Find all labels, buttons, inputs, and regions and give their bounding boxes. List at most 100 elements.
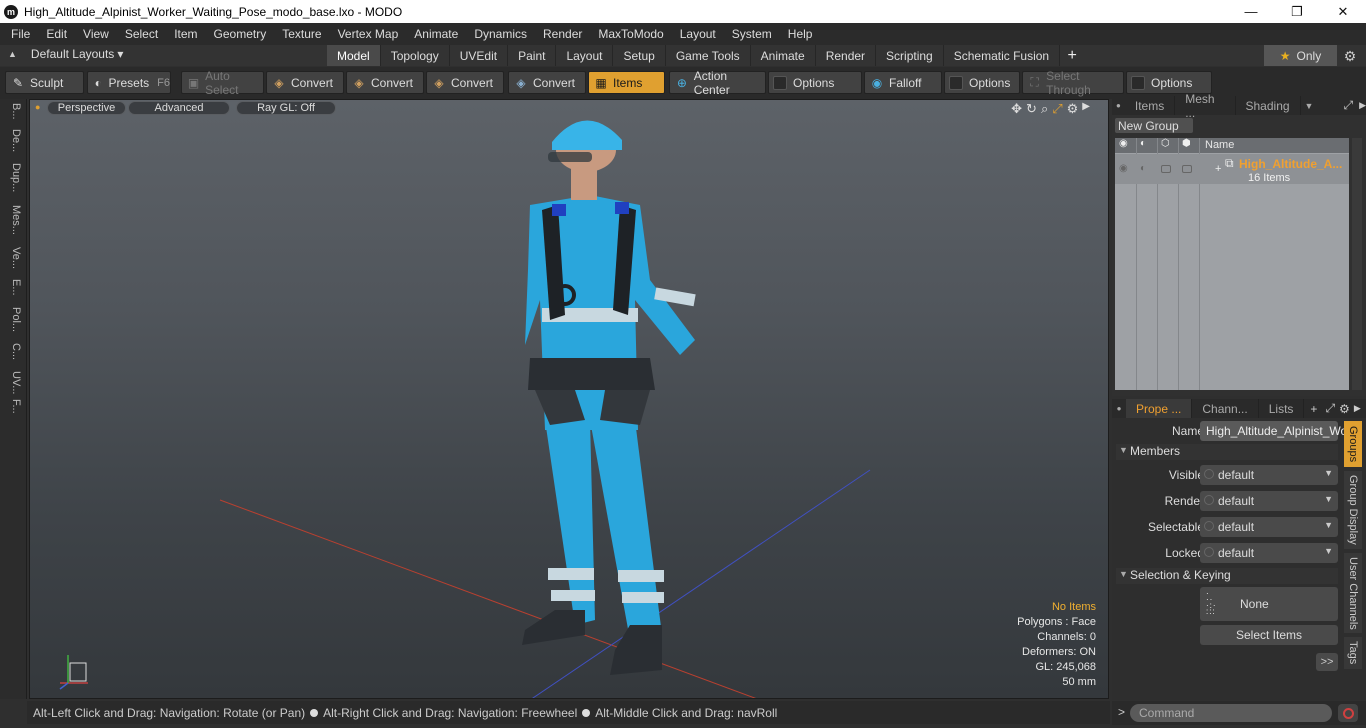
tab-topology[interactable]: Topology <box>381 45 450 66</box>
render-dropdown[interactable]: default ▼ <box>1200 491 1338 511</box>
menu-system[interactable]: System <box>724 27 780 41</box>
add-tab-button[interactable]: + <box>1310 402 1317 416</box>
strip-tab-curve[interactable]: C... <box>4 343 22 360</box>
group-list-scrollbar[interactable] <box>1352 138 1362 390</box>
close-button[interactable]: ✕ <box>1320 0 1366 23</box>
items-button[interactable]: ▦ Items <box>588 71 665 94</box>
strip-tab-fusion[interactable]: F... <box>4 399 22 414</box>
menu-animate[interactable]: Animate <box>406 27 466 41</box>
select-icon[interactable]: ⬢ <box>1182 138 1191 149</box>
minimize-button[interactable]: — <box>1228 0 1274 23</box>
side-tab-group-display[interactable]: Group Display <box>1344 471 1362 549</box>
menu-maxtomodo[interactable]: MaxToModo <box>590 27 671 41</box>
tab-render[interactable]: Render <box>816 45 877 66</box>
keying-none-button[interactable]: · ·· ·:·::: None <box>1200 587 1338 621</box>
tab-paint[interactable]: Paint <box>508 45 557 66</box>
group-name[interactable]: High_Altitude_A... <box>1239 157 1342 171</box>
menu-select[interactable]: Select <box>117 27 166 41</box>
render-icon[interactable]: ◐ <box>1140 163 1146 174</box>
strip-tab-vertex[interactable]: Ve... <box>4 247 22 269</box>
side-tab-groups[interactable]: Groups <box>1344 421 1362 467</box>
menu-view[interactable]: View <box>75 27 117 41</box>
selection-keying-section[interactable]: ▼ Selection & Keying <box>1116 568 1338 584</box>
sculpt-button[interactable]: ✎ Sculpt <box>5 71 84 94</box>
gear-icon[interactable]: ⚙ <box>1339 402 1350 416</box>
tab-setup[interactable]: Setup <box>613 45 666 66</box>
lock-toggle-icon[interactable] <box>1161 165 1171 173</box>
menu-item[interactable]: Item <box>166 27 205 41</box>
layouts-dropdown[interactable]: ▲ Default Layouts ▾ <box>8 47 123 61</box>
strip-tab-deform[interactable]: De... <box>4 129 22 152</box>
convert-button-2[interactable]: ◈ Convert <box>346 71 424 94</box>
menu-geometry[interactable]: Geometry <box>206 27 275 41</box>
select-items-button[interactable]: Select Items <box>1200 625 1338 645</box>
tab-uvedit[interactable]: UVEdit <box>450 45 509 66</box>
convert-button-4[interactable]: ◈ Convert <box>508 71 586 94</box>
tab-properties[interactable]: Prope ... <box>1126 399 1193 418</box>
gear-icon[interactable]: ⚙ <box>1340 46 1360 66</box>
tab-schematic-fusion[interactable]: Schematic Fusion <box>944 45 1061 66</box>
strip-tab-basic[interactable]: B... <box>4 103 22 120</box>
lock-icon[interactable]: ⬡ <box>1161 138 1170 149</box>
menu-layout[interactable]: Layout <box>672 27 724 41</box>
tab-items[interactable]: Items <box>1125 96 1176 115</box>
command-input[interactable]: Command <box>1130 704 1332 722</box>
members-section[interactable]: ▼ Members <box>1116 444 1338 460</box>
tab-scripting[interactable]: Scripting <box>876 45 944 66</box>
chevron-down-icon[interactable]: ▼ <box>1305 101 1314 111</box>
visibility-eye-icon[interactable]: ◉ <box>1119 138 1128 149</box>
menu-vertex-map[interactable]: Vertex Map <box>330 27 407 41</box>
tab-shading[interactable]: Shading <box>1236 96 1301 115</box>
expand-panel-icon[interactable]: ⤢ <box>1325 401 1335 416</box>
visibility-eye-icon[interactable]: ◉ <box>1119 163 1128 174</box>
strip-tab-polygon[interactable]: Pol... <box>4 307 22 332</box>
expand-plus-icon[interactable]: + <box>1215 163 1221 175</box>
locked-dropdown[interactable]: default ▼ <box>1200 543 1338 563</box>
render-icon[interactable]: ◐ <box>1140 138 1146 149</box>
tab-layout[interactable]: Layout <box>556 45 614 66</box>
only-toggle[interactable]: ★ Only <box>1264 45 1337 66</box>
auto-select-button[interactable]: ▣ Auto Select <box>181 69 264 97</box>
menu-file[interactable]: File <box>0 27 38 41</box>
selectable-dropdown[interactable]: default ▼ <box>1200 517 1338 537</box>
options-button-1[interactable]: Options <box>768 71 862 94</box>
select-toggle-icon[interactable] <box>1182 165 1192 173</box>
panel-menu-icon[interactable]: ● <box>1112 404 1126 413</box>
falloff-button[interactable]: ◉ Falloff <box>864 71 942 94</box>
strip-tab-mesh[interactable]: Mes... <box>4 205 22 235</box>
select-through-button[interactable]: ⛶ Select Through <box>1022 69 1124 97</box>
record-macro-button[interactable] <box>1338 704 1358 722</box>
action-center-button[interactable]: ⊕ Action Center <box>669 69 766 97</box>
side-tab-tags[interactable]: Tags <box>1344 637 1362 669</box>
tab-game-tools[interactable]: Game Tools <box>666 45 751 66</box>
expand-arrow-icon[interactable]: ▶ <box>1359 100 1366 111</box>
new-group-button[interactable]: New Group <box>1115 118 1193 133</box>
tab-lists[interactable]: Lists <box>1259 399 1305 418</box>
menu-dynamics[interactable]: Dynamics <box>466 27 535 41</box>
strip-tab-edge[interactable]: E... <box>4 279 22 296</box>
menu-texture[interactable]: Texture <box>274 27 329 41</box>
menu-edit[interactable]: Edit <box>38 27 75 41</box>
3d-viewport[interactable]: ● Perspective Advanced Ray GL: Off ✥ ↻ ⌕… <box>29 99 1109 699</box>
add-tab-button[interactable]: + <box>1060 45 1084 66</box>
strip-tab-uv[interactable]: UV... <box>4 371 22 394</box>
panel-menu-icon[interactable]: ● <box>1112 101 1125 110</box>
visible-dropdown[interactable]: default ▼ <box>1200 465 1338 485</box>
menu-render[interactable]: Render <box>535 27 590 41</box>
convert-button-1[interactable]: ◈ Convert <box>266 71 344 94</box>
tab-mesh[interactable]: Mesh ... <box>1175 92 1236 120</box>
presets-button[interactable]: ◐ Presets F6 <box>87 71 171 94</box>
expand-arrow-icon[interactable]: ▶ <box>1354 403 1361 414</box>
tab-channels[interactable]: Chann... <box>1192 399 1259 418</box>
tab-animate[interactable]: Animate <box>751 45 816 66</box>
group-row[interactable]: ◉ ◐ + ⧉ High_Altitude_A... 16 Items <box>1115 154 1349 184</box>
restore-button[interactable]: ❐ <box>1274 0 1320 23</box>
options-button-2[interactable]: Options <box>944 71 1020 94</box>
side-tab-user-channels[interactable]: User Channels <box>1344 553 1362 633</box>
convert-button-3[interactable]: ◈ Convert <box>426 71 504 94</box>
expand-panel-icon[interactable]: ⤢ <box>1343 98 1353 113</box>
menu-help[interactable]: Help <box>780 27 821 41</box>
name-field[interactable]: High_Altitude_Alpinist_Wo <box>1200 421 1347 441</box>
tab-model[interactable]: Model <box>327 45 381 66</box>
more-button[interactable]: >> <box>1316 653 1338 671</box>
